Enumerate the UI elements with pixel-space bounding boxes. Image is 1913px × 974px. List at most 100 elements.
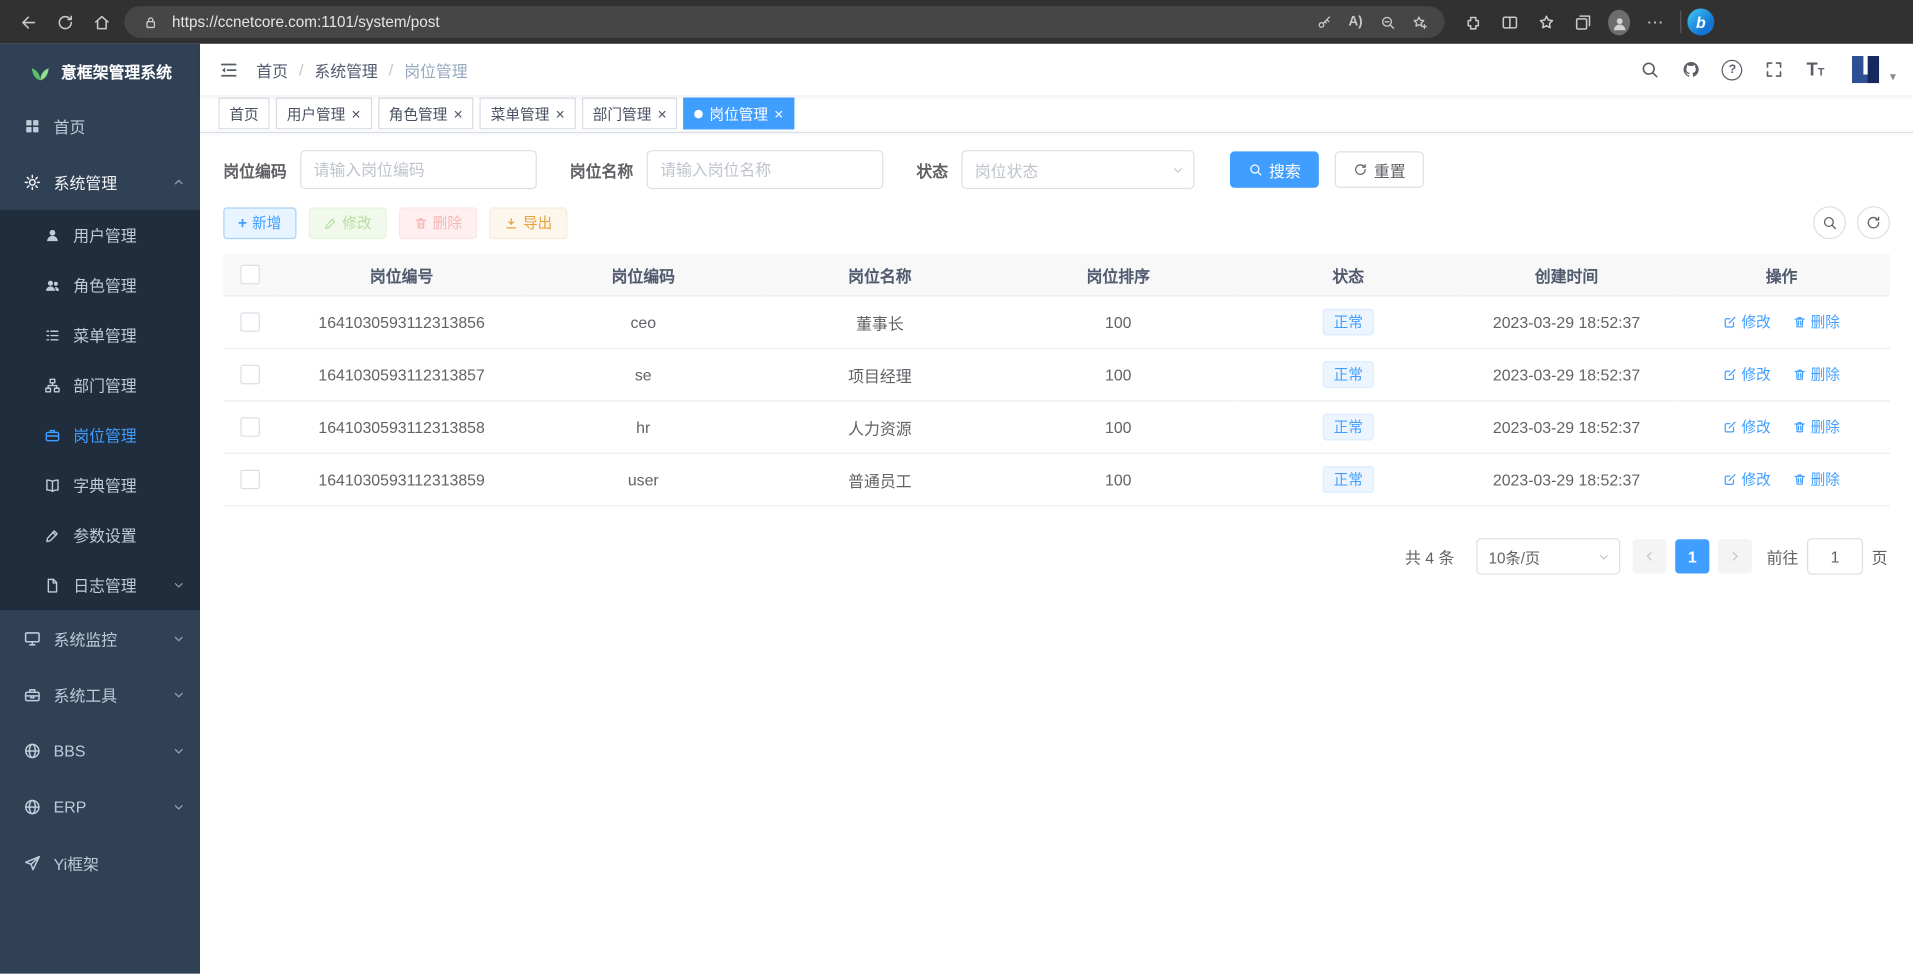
breadcrumb-home[interactable]: 首页	[256, 58, 288, 81]
goto-page-input[interactable]	[1807, 538, 1863, 575]
sidebar-item-post-mgmt[interactable]: 岗位管理	[0, 410, 200, 460]
breadcrumb-current: 岗位管理	[404, 58, 467, 81]
caret-down-icon[interactable]: ▾	[1890, 71, 1896, 84]
bing-icon[interactable]: b	[1687, 9, 1714, 36]
export-button[interactable]: 导出	[489, 207, 567, 239]
read-aloud-icon[interactable]: A)	[1340, 9, 1372, 36]
tab-role-mgmt[interactable]: 角色管理 ×	[378, 98, 474, 130]
add-favorite-star-icon[interactable]	[1403, 9, 1435, 36]
sidebar-item-param-settings[interactable]: 参数设置	[0, 510, 200, 560]
page-number-current[interactable]: 1	[1675, 539, 1709, 573]
browser-refresh-button[interactable]	[46, 5, 83, 39]
main-panel: 首页 / 系统管理 / 岗位管理 ? TT ▾	[200, 44, 1913, 974]
monitor-icon	[23, 629, 41, 647]
url-text[interactable]: https://ccnetcore.com:1101/system/post	[172, 13, 1308, 30]
reset-button[interactable]: 重置	[1335, 151, 1424, 188]
dict-book-icon	[44, 476, 61, 493]
page-size-select[interactable]: 10条/页	[1476, 538, 1620, 575]
sidebar-item-menu-mgmt[interactable]: 菜单管理	[0, 310, 200, 360]
address-bar[interactable]: https://ccnetcore.com:1101/system/post A…	[124, 6, 1444, 38]
toggle-search-button[interactable]	[1813, 206, 1846, 239]
row-edit-link[interactable]: 修改	[1723, 469, 1771, 490]
refresh-table-button[interactable]	[1857, 206, 1890, 239]
help-icon[interactable]: ?	[1714, 51, 1751, 88]
breadcrumb-system[interactable]: 系统管理	[314, 58, 377, 81]
browser-back-button[interactable]	[10, 5, 47, 39]
row-checkbox[interactable]	[240, 470, 260, 490]
row-delete-link[interactable]: 删除	[1792, 311, 1840, 332]
cell-post-id: 1641030593112313859	[277, 453, 527, 505]
chevron-down-icon	[172, 688, 185, 701]
zoom-out-icon[interactable]	[1371, 9, 1403, 36]
row-checkbox[interactable]	[240, 365, 260, 385]
cell-post-name: 普通员工	[760, 453, 1000, 505]
split-screen-icon[interactable]	[1491, 5, 1528, 39]
post-table: 岗位编号 岗位编码 岗位名称 岗位排序 状态 创建时间 操作 16410305	[223, 254, 1890, 507]
post-code-input[interactable]	[300, 150, 537, 189]
sidebar-item-role-mgmt[interactable]: 角色管理	[0, 260, 200, 310]
sidebar-item-monitor[interactable]: 系统监控	[0, 610, 200, 666]
app-logo[interactable]: 意框架管理系统	[0, 44, 200, 98]
row-checkbox[interactable]	[240, 418, 260, 438]
tab-menu-mgmt[interactable]: 菜单管理 ×	[480, 98, 576, 130]
breadcrumb-separator: /	[299, 60, 303, 78]
close-icon[interactable]: ×	[351, 106, 360, 122]
row-edit-link[interactable]: 修改	[1723, 364, 1771, 385]
tab-label: 菜单管理	[491, 103, 550, 124]
sidebar-item-log-mgmt[interactable]: 日志管理	[0, 560, 200, 610]
font-size-icon[interactable]: TT	[1797, 51, 1834, 88]
yi-logo-avatar[interactable]	[1848, 52, 1882, 86]
sidebar-item-yi-framework[interactable]: Yi框架	[0, 835, 200, 891]
search-button[interactable]: 搜索	[1230, 151, 1319, 188]
profile-avatar-icon[interactable]	[1601, 5, 1638, 39]
add-button[interactable]: + 新增	[223, 207, 296, 239]
extensions-puzzle-icon[interactable]	[1454, 5, 1491, 39]
tab-user-mgmt[interactable]: 用户管理 ×	[276, 98, 372, 130]
prev-page-button[interactable]	[1632, 539, 1666, 573]
sidebar-item-user-mgmt[interactable]: 用户管理	[0, 210, 200, 260]
trash-icon	[1792, 314, 1807, 329]
close-icon[interactable]: ×	[555, 106, 564, 122]
row-delete-link[interactable]: 删除	[1792, 469, 1840, 490]
github-icon[interactable]	[1673, 51, 1710, 88]
app-window: 意框架管理系统 首页 系统管理 用户管理 角色管理	[0, 44, 1913, 974]
fullscreen-icon[interactable]	[1756, 51, 1793, 88]
sidebar-item-home[interactable]: 首页	[0, 98, 200, 154]
delete-button[interactable]: 删除	[399, 207, 477, 239]
menu-collapse-icon[interactable]	[200, 44, 256, 95]
ssl-lock-icon[interactable]	[134, 9, 166, 36]
post-name-input[interactable]	[647, 150, 884, 189]
tab-home[interactable]: 首页	[218, 98, 269, 130]
browser-menu-ellipsis-icon[interactable]: ⋯	[1637, 5, 1674, 39]
close-icon[interactable]: ×	[774, 106, 783, 122]
topbar: 首页 / 系统管理 / 岗位管理 ? TT ▾	[200, 44, 1913, 95]
sidebar-item-dict-mgmt[interactable]: 字典管理	[0, 460, 200, 510]
edit-button[interactable]: 修改	[308, 207, 386, 239]
cell-post-id: 1641030593112313856	[277, 296, 527, 348]
password-key-icon[interactable]	[1308, 9, 1340, 36]
row-edit-link[interactable]: 修改	[1723, 311, 1771, 332]
log-file-icon	[44, 576, 61, 593]
sidebar-item-system[interactable]: 系统管理	[0, 154, 200, 210]
close-icon[interactable]: ×	[453, 106, 462, 122]
browser-home-button[interactable]	[83, 5, 120, 39]
sidebar-item-erp[interactable]: ERP	[0, 778, 200, 834]
row-delete-link[interactable]: 删除	[1792, 416, 1840, 437]
sidebar-item-dept-mgmt[interactable]: 部门管理	[0, 360, 200, 410]
row-edit-link[interactable]: 修改	[1723, 416, 1771, 437]
close-icon[interactable]: ×	[657, 106, 666, 122]
header-search-icon[interactable]	[1631, 51, 1668, 88]
tab-dept-mgmt[interactable]: 部门管理 ×	[582, 98, 678, 130]
sidebar-item-bbs[interactable]: BBS	[0, 722, 200, 778]
tab-post-mgmt[interactable]: 岗位管理 ×	[684, 98, 795, 130]
next-page-button[interactable]	[1718, 539, 1752, 573]
sidebar-item-tools[interactable]: 系统工具	[0, 666, 200, 722]
collections-icon[interactable]	[1564, 5, 1601, 39]
row-checkbox[interactable]	[240, 313, 260, 333]
favorites-star-icon[interactable]	[1528, 5, 1565, 39]
select-all-checkbox[interactable]	[240, 265, 260, 285]
row-delete-link[interactable]: 删除	[1792, 364, 1840, 385]
gear-icon	[23, 173, 41, 191]
status-badge: 正常	[1323, 309, 1374, 336]
status-select[interactable]: 岗位状态	[961, 150, 1194, 189]
